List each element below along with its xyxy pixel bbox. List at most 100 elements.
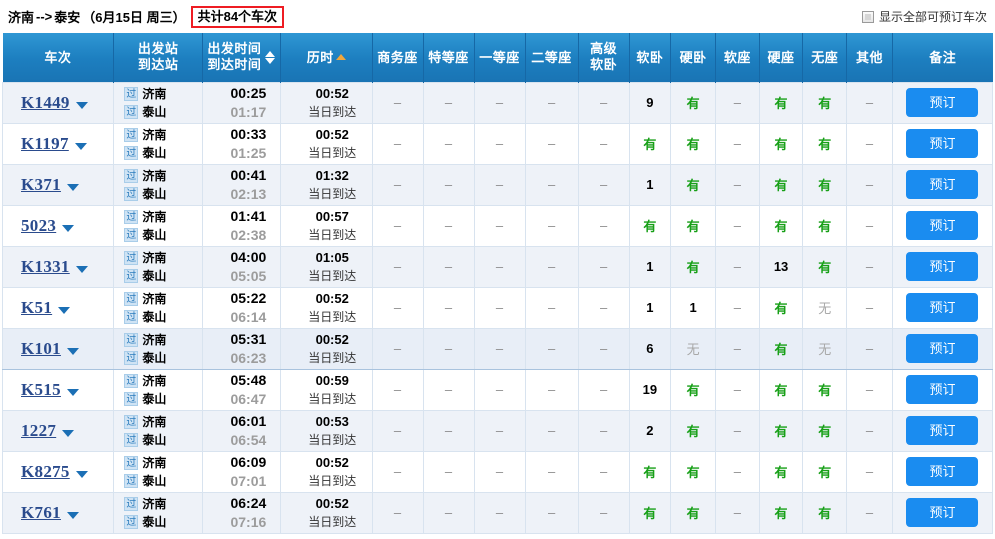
book-button[interactable]: 预订 bbox=[906, 129, 978, 158]
business-seat-value: – bbox=[394, 464, 401, 479]
times-cell: 05:2206:14 bbox=[202, 287, 280, 328]
hard-sleeper-cell: 有 bbox=[671, 123, 716, 164]
first-class-seat-cell: – bbox=[474, 369, 525, 410]
table-row[interactable]: K761过济南过泰山06:2407:1600:52当日到达–––––有有–有有–… bbox=[3, 492, 993, 533]
deluxe-soft-sleeper-cell: – bbox=[578, 287, 629, 328]
chevron-down-icon[interactable] bbox=[67, 184, 79, 191]
table-row[interactable]: K1449过济南过泰山00:2501:1700:52当日到达–––––9有–有有… bbox=[3, 82, 993, 123]
book-button[interactable]: 预订 bbox=[906, 252, 978, 281]
table-row[interactable]: 5023过济南过泰山01:4102:3800:57当日到达–––––有有–有有–… bbox=[3, 205, 993, 246]
book-button[interactable]: 预订 bbox=[906, 416, 978, 445]
sort-arrows-time[interactable] bbox=[265, 51, 275, 64]
times-cell: 00:2501:17 bbox=[202, 82, 280, 123]
no-seat-cell: 有 bbox=[803, 369, 847, 410]
train-number-link[interactable]: K8275 bbox=[21, 462, 70, 482]
table-row[interactable]: 1227过济南过泰山06:0106:5400:53当日到达–––––2有–有有–… bbox=[3, 410, 993, 451]
show-all-bookable-control[interactable]: 显示全部可预订车次 bbox=[862, 8, 987, 25]
no-seat-value: 有 bbox=[818, 178, 831, 193]
soft-seat-value: – bbox=[734, 218, 741, 233]
other-seat-cell: – bbox=[847, 410, 893, 451]
train-number-link[interactable]: K371 bbox=[21, 175, 61, 195]
no-seat-value: 有 bbox=[818, 424, 831, 439]
checkbox-icon[interactable] bbox=[862, 11, 874, 23]
table-row[interactable]: K101过济南过泰山05:3106:2300:52当日到达–––––6无–有无–… bbox=[3, 328, 993, 369]
chevron-down-icon[interactable] bbox=[62, 430, 74, 437]
book-button[interactable]: 预订 bbox=[906, 293, 978, 322]
table-row[interactable]: K8275过济南过泰山06:0907:0100:52当日到达–––––有有–有有… bbox=[3, 451, 993, 492]
chevron-down-icon[interactable] bbox=[76, 102, 88, 109]
table-row[interactable]: K51过济南过泰山05:2206:1400:52当日到达–––––11–有无–预… bbox=[3, 287, 993, 328]
remark-cell: 预订 bbox=[892, 451, 992, 492]
train-number-link[interactable]: K515 bbox=[21, 380, 61, 400]
first-class-seat-cell: – bbox=[474, 82, 525, 123]
other-seat-cell: – bbox=[847, 369, 893, 410]
departure-station: 济南 bbox=[142, 208, 166, 226]
train-number-link[interactable]: 5023 bbox=[21, 216, 56, 236]
col-train-no[interactable]: 车次 bbox=[3, 33, 114, 82]
train-number-link[interactable]: K1449 bbox=[21, 93, 70, 113]
premium-seat-cell: – bbox=[423, 246, 474, 287]
sort-descending-icon[interactable] bbox=[265, 58, 275, 64]
pass-through-icon: 过 bbox=[124, 456, 138, 470]
second-class-seat-value: – bbox=[548, 136, 555, 151]
sort-ascending-icon[interactable] bbox=[265, 51, 275, 57]
second-class-seat-value: – bbox=[548, 259, 555, 274]
hard-sleeper-value: 有 bbox=[687, 260, 700, 275]
chevron-down-icon[interactable] bbox=[62, 225, 74, 232]
arrival-station: 泰山 bbox=[142, 267, 166, 285]
book-button[interactable]: 预订 bbox=[906, 498, 978, 527]
train-number-link[interactable]: K761 bbox=[21, 503, 61, 523]
first-class-seat-value: – bbox=[496, 218, 503, 233]
book-button[interactable]: 预订 bbox=[906, 170, 978, 199]
table-row[interactable]: K371过济南过泰山00:4102:1301:32当日到达–––––1有–有有–… bbox=[3, 164, 993, 205]
table-row[interactable]: K1331过济南过泰山04:0005:0501:05当日到达–––––1有–13… bbox=[3, 246, 993, 287]
chevron-down-icon[interactable] bbox=[75, 143, 87, 150]
chevron-down-icon[interactable] bbox=[76, 266, 88, 273]
book-button[interactable]: 预订 bbox=[906, 375, 978, 404]
departure-station: 济南 bbox=[142, 167, 166, 185]
premium-seat-value: – bbox=[445, 300, 452, 315]
remark-cell: 预订 bbox=[892, 328, 992, 369]
business-seat-value: – bbox=[394, 259, 401, 274]
times-cell: 05:4806:47 bbox=[202, 369, 280, 410]
col-times-sortable[interactable]: 出发时间 到达时间 bbox=[202, 33, 280, 82]
hard-seat-cell: 有 bbox=[759, 492, 803, 533]
chevron-down-icon[interactable] bbox=[67, 512, 79, 519]
no-seat-value: 有 bbox=[818, 137, 831, 152]
other-seat-cell: – bbox=[847, 164, 893, 205]
train-number-link[interactable]: K51 bbox=[21, 298, 52, 318]
table-row[interactable]: K1197过济南过泰山00:3301:2500:52当日到达–––––有有–有有… bbox=[3, 123, 993, 164]
other-seat-cell: – bbox=[847, 123, 893, 164]
chevron-down-icon[interactable] bbox=[58, 307, 70, 314]
book-button[interactable]: 预订 bbox=[906, 88, 978, 117]
hard-seat-value: 有 bbox=[775, 178, 788, 193]
train-number-link[interactable]: K1197 bbox=[21, 134, 69, 154]
book-button[interactable]: 预订 bbox=[906, 211, 978, 240]
other-seat-cell: – bbox=[847, 492, 893, 533]
business-seat-cell: – bbox=[372, 492, 423, 533]
second-class-seat-cell: – bbox=[525, 451, 578, 492]
sort-ascending-active-icon[interactable] bbox=[336, 54, 346, 60]
train-number-link[interactable]: K101 bbox=[21, 339, 61, 359]
hard-sleeper-cell: 有 bbox=[671, 246, 716, 287]
hard-seat-value: 13 bbox=[774, 259, 788, 274]
arrival-time: 07:16 bbox=[217, 513, 280, 532]
table-row[interactable]: K515过济南过泰山05:4806:4700:59当日到达–––––19有–有有… bbox=[3, 369, 993, 410]
arrival-day-note: 当日到达 bbox=[293, 349, 372, 368]
chevron-down-icon[interactable] bbox=[76, 471, 88, 478]
soft-seat-cell: – bbox=[715, 287, 759, 328]
train-number-link[interactable]: K1331 bbox=[21, 257, 70, 277]
hard-sleeper-value: 有 bbox=[687, 465, 700, 480]
book-button[interactable]: 预订 bbox=[906, 334, 978, 363]
duration-value: 00:52 bbox=[293, 84, 372, 103]
premium-seat-value: – bbox=[445, 136, 452, 151]
business-seat-cell: – bbox=[372, 246, 423, 287]
soft-sleeper-value: 9 bbox=[646, 95, 653, 110]
business-seat-cell: – bbox=[372, 451, 423, 492]
arrival-day-note: 当日到达 bbox=[293, 472, 372, 491]
chevron-down-icon[interactable] bbox=[67, 348, 79, 355]
chevron-down-icon[interactable] bbox=[67, 389, 79, 396]
col-duration-sortable[interactable]: 历时 bbox=[280, 33, 372, 82]
train-number-link[interactable]: 1227 bbox=[21, 421, 56, 441]
book-button[interactable]: 预订 bbox=[906, 457, 978, 486]
